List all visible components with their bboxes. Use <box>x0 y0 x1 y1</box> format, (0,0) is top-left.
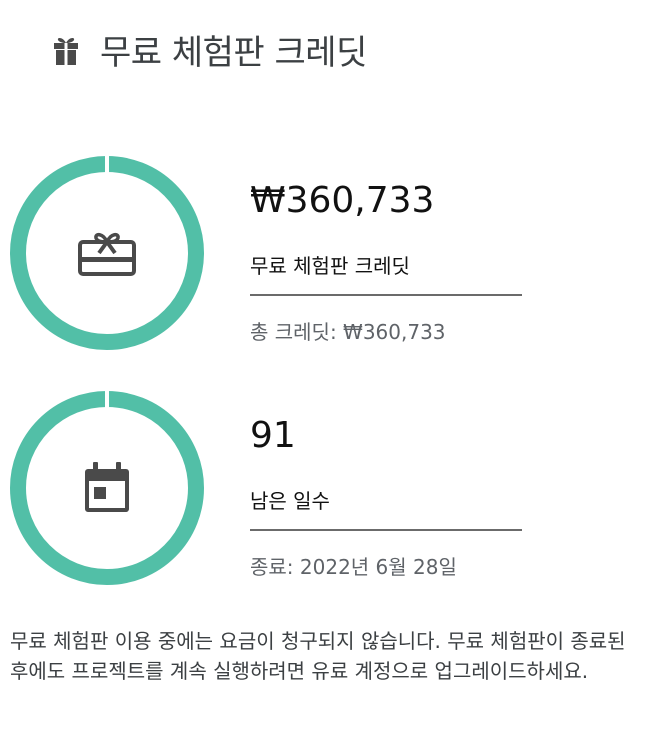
credits-divider <box>250 294 522 296</box>
calendar-icon <box>85 462 129 512</box>
credits-card: ₩360,733 무료 체험판 크레딧 총 크레딧: ₩360,733 <box>10 156 530 350</box>
trial-notice: 무료 체험판 이용 중에는 요금이 청구되지 않습니다. 무료 체험판이 종료된… <box>10 629 626 683</box>
gift-icon <box>54 38 78 65</box>
days-remaining: 91 <box>250 415 296 456</box>
page-title: 무료 체험판 크레딧 <box>100 32 367 73</box>
credits-amount: ₩360,733 <box>250 180 435 221</box>
card-giftcard-icon <box>78 232 136 276</box>
days-end-date: 종료: 2022년 6월 28일 <box>250 555 457 579</box>
days-divider <box>250 529 522 531</box>
credits-total: 총 크레딧: ₩360,733 <box>250 320 446 344</box>
days-card: 91 남은 일수 종료: 2022년 6월 28일 <box>10 391 530 585</box>
page-header: 무료 체험판 크레딧 <box>46 24 367 74</box>
credits-label: 무료 체험판 크레딧 <box>250 254 410 278</box>
days-label: 남은 일수 <box>250 489 330 513</box>
